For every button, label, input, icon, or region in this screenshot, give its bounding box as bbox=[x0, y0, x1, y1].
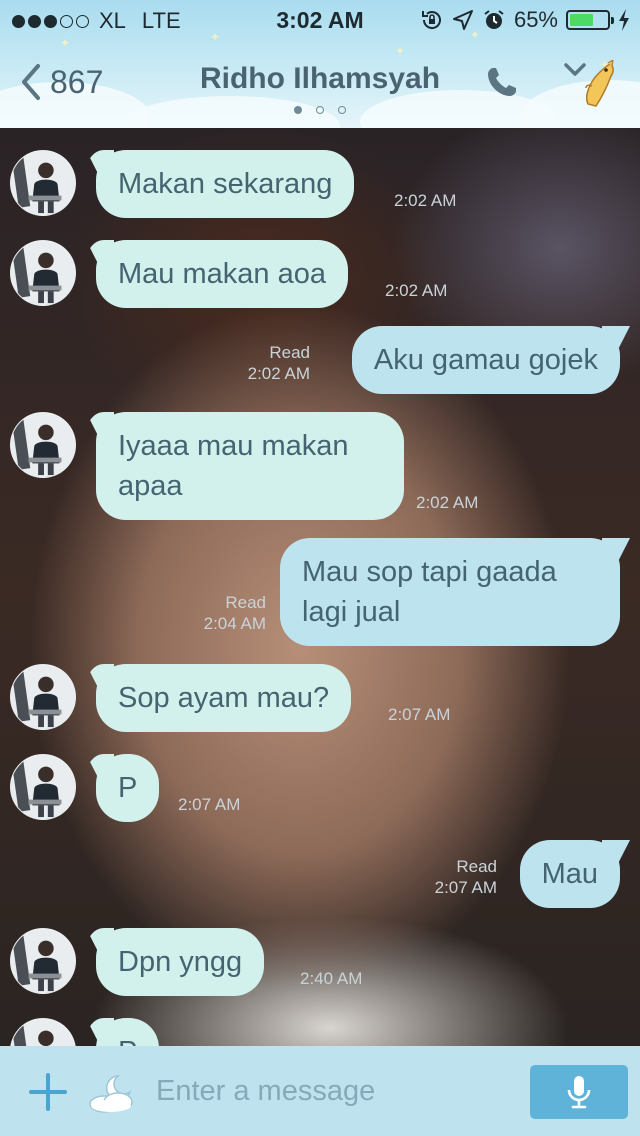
read-status: Read bbox=[269, 343, 310, 362]
voice-message-button[interactable] bbox=[530, 1065, 628, 1119]
message-time: 2:07 AM bbox=[434, 878, 497, 897]
message-time: 2:04 AM bbox=[203, 614, 266, 633]
message-text: P bbox=[118, 772, 138, 804]
message-meta: 2:02 AM bbox=[416, 492, 478, 513]
profile-photo bbox=[11, 241, 75, 305]
chat-title[interactable]: Ridho Ilhamsyah bbox=[0, 62, 640, 96]
message-meta: 2:07 AM bbox=[178, 794, 240, 815]
message-text: Mau makan aoa bbox=[118, 258, 326, 290]
message-time: 2:02 AM bbox=[385, 281, 448, 300]
message-input[interactable] bbox=[156, 1066, 516, 1116]
message-time: 2:40 AM bbox=[300, 969, 363, 988]
nav-bar: 867 Ridho Ilhamsyah bbox=[0, 50, 640, 120]
avatar[interactable] bbox=[10, 664, 76, 730]
message-text-line: Iyaaa mau makan bbox=[118, 430, 349, 462]
avatar[interactable] bbox=[10, 412, 76, 478]
incoming-message[interactable]: Makan sekarang bbox=[96, 150, 355, 218]
incoming-message[interactable]: P bbox=[96, 754, 160, 822]
status-bar: XL LTE 3:02 AM 65% bbox=[0, 0, 640, 40]
message-text-line: apaa bbox=[118, 470, 183, 502]
message-meta: 2:02 AM bbox=[385, 280, 447, 301]
page-dot bbox=[338, 106, 346, 114]
message-text: Makan sekarang bbox=[118, 168, 333, 200]
dog-sticker-icon[interactable] bbox=[578, 60, 618, 110]
incoming-message[interactable]: Dpn yngg bbox=[96, 928, 265, 996]
avatar[interactable] bbox=[10, 1018, 76, 1046]
profile-photo bbox=[11, 665, 75, 729]
message-text-line: lagi jual bbox=[302, 596, 401, 628]
message-meta: Read 2:02 AM bbox=[248, 342, 310, 384]
profile-photo bbox=[11, 755, 75, 819]
page-indicator bbox=[0, 106, 640, 114]
alarm-icon bbox=[484, 10, 504, 29]
message-composer bbox=[0, 1046, 640, 1136]
message-text-line: Mau sop tapi gaada bbox=[302, 556, 557, 588]
location-arrow-icon bbox=[452, 10, 473, 30]
avatar[interactable] bbox=[10, 754, 76, 820]
profile-photo bbox=[11, 1019, 75, 1046]
message-text: Mau bbox=[541, 858, 598, 890]
message-meta: 2:40 AM bbox=[300, 968, 362, 989]
cloud-moon-icon[interactable] bbox=[84, 1070, 142, 1114]
avatar[interactable] bbox=[10, 928, 76, 994]
message-text: Dpn yngg bbox=[118, 946, 243, 978]
outgoing-message[interactable]: Aku gamau gojek bbox=[351, 326, 620, 394]
message-meta: 2:07 AM bbox=[388, 704, 450, 725]
phone-icon[interactable] bbox=[484, 64, 520, 100]
page-dot bbox=[294, 106, 302, 114]
message-text: P bbox=[118, 1036, 137, 1046]
message-meta: Read 2:04 AM bbox=[204, 592, 266, 634]
battery-icon bbox=[566, 10, 614, 30]
message-time: 2:02 AM bbox=[394, 191, 457, 210]
message-time: 2:02 AM bbox=[416, 493, 479, 512]
avatar[interactable] bbox=[10, 240, 76, 306]
profile-photo bbox=[11, 413, 75, 477]
read-status: Read bbox=[456, 857, 497, 876]
incoming-message[interactable]: Sop ayam mau? bbox=[96, 664, 352, 732]
message-meta: 2:02 AM bbox=[394, 190, 456, 211]
page-dot bbox=[316, 106, 324, 114]
profile-photo bbox=[11, 929, 75, 993]
incoming-message[interactable]: Iyaaa mau makan apaa bbox=[96, 412, 404, 520]
outgoing-message[interactable]: Mau sop tapi gaada lagi jual bbox=[280, 538, 620, 646]
battery-percent: 65% bbox=[513, 7, 558, 32]
message-list[interactable]: Makan sekarang 2:02 AM Mau makan aoa 2:0… bbox=[0, 128, 640, 1046]
incoming-message[interactable]: Mau makan aoa bbox=[96, 240, 348, 308]
message-text: Aku gamau gojek bbox=[373, 344, 598, 376]
message-text: Sop ayam mau? bbox=[118, 682, 330, 714]
message-meta: Read 2:07 AM bbox=[435, 856, 497, 898]
message-time: 2:02 AM bbox=[247, 364, 310, 383]
battery-fill bbox=[570, 14, 594, 26]
avatar[interactable] bbox=[10, 150, 76, 216]
microphone-icon bbox=[567, 1076, 591, 1109]
message-time: 2:07 AM bbox=[178, 795, 241, 814]
incoming-message[interactable]: P bbox=[96, 1018, 160, 1046]
outgoing-message[interactable]: Mau bbox=[519, 840, 620, 908]
read-status: Read bbox=[225, 593, 266, 612]
rotation-lock-icon bbox=[421, 11, 441, 29]
charging-bolt-icon bbox=[619, 9, 629, 31]
plus-icon[interactable] bbox=[28, 1072, 68, 1112]
chat-header: ✦ ✦ ✦ ✦ ✦ XL LTE 3:02 AM 65% 867 Ridho I… bbox=[0, 0, 640, 128]
message-time: 2:07 AM bbox=[388, 705, 451, 724]
profile-photo bbox=[11, 151, 75, 215]
